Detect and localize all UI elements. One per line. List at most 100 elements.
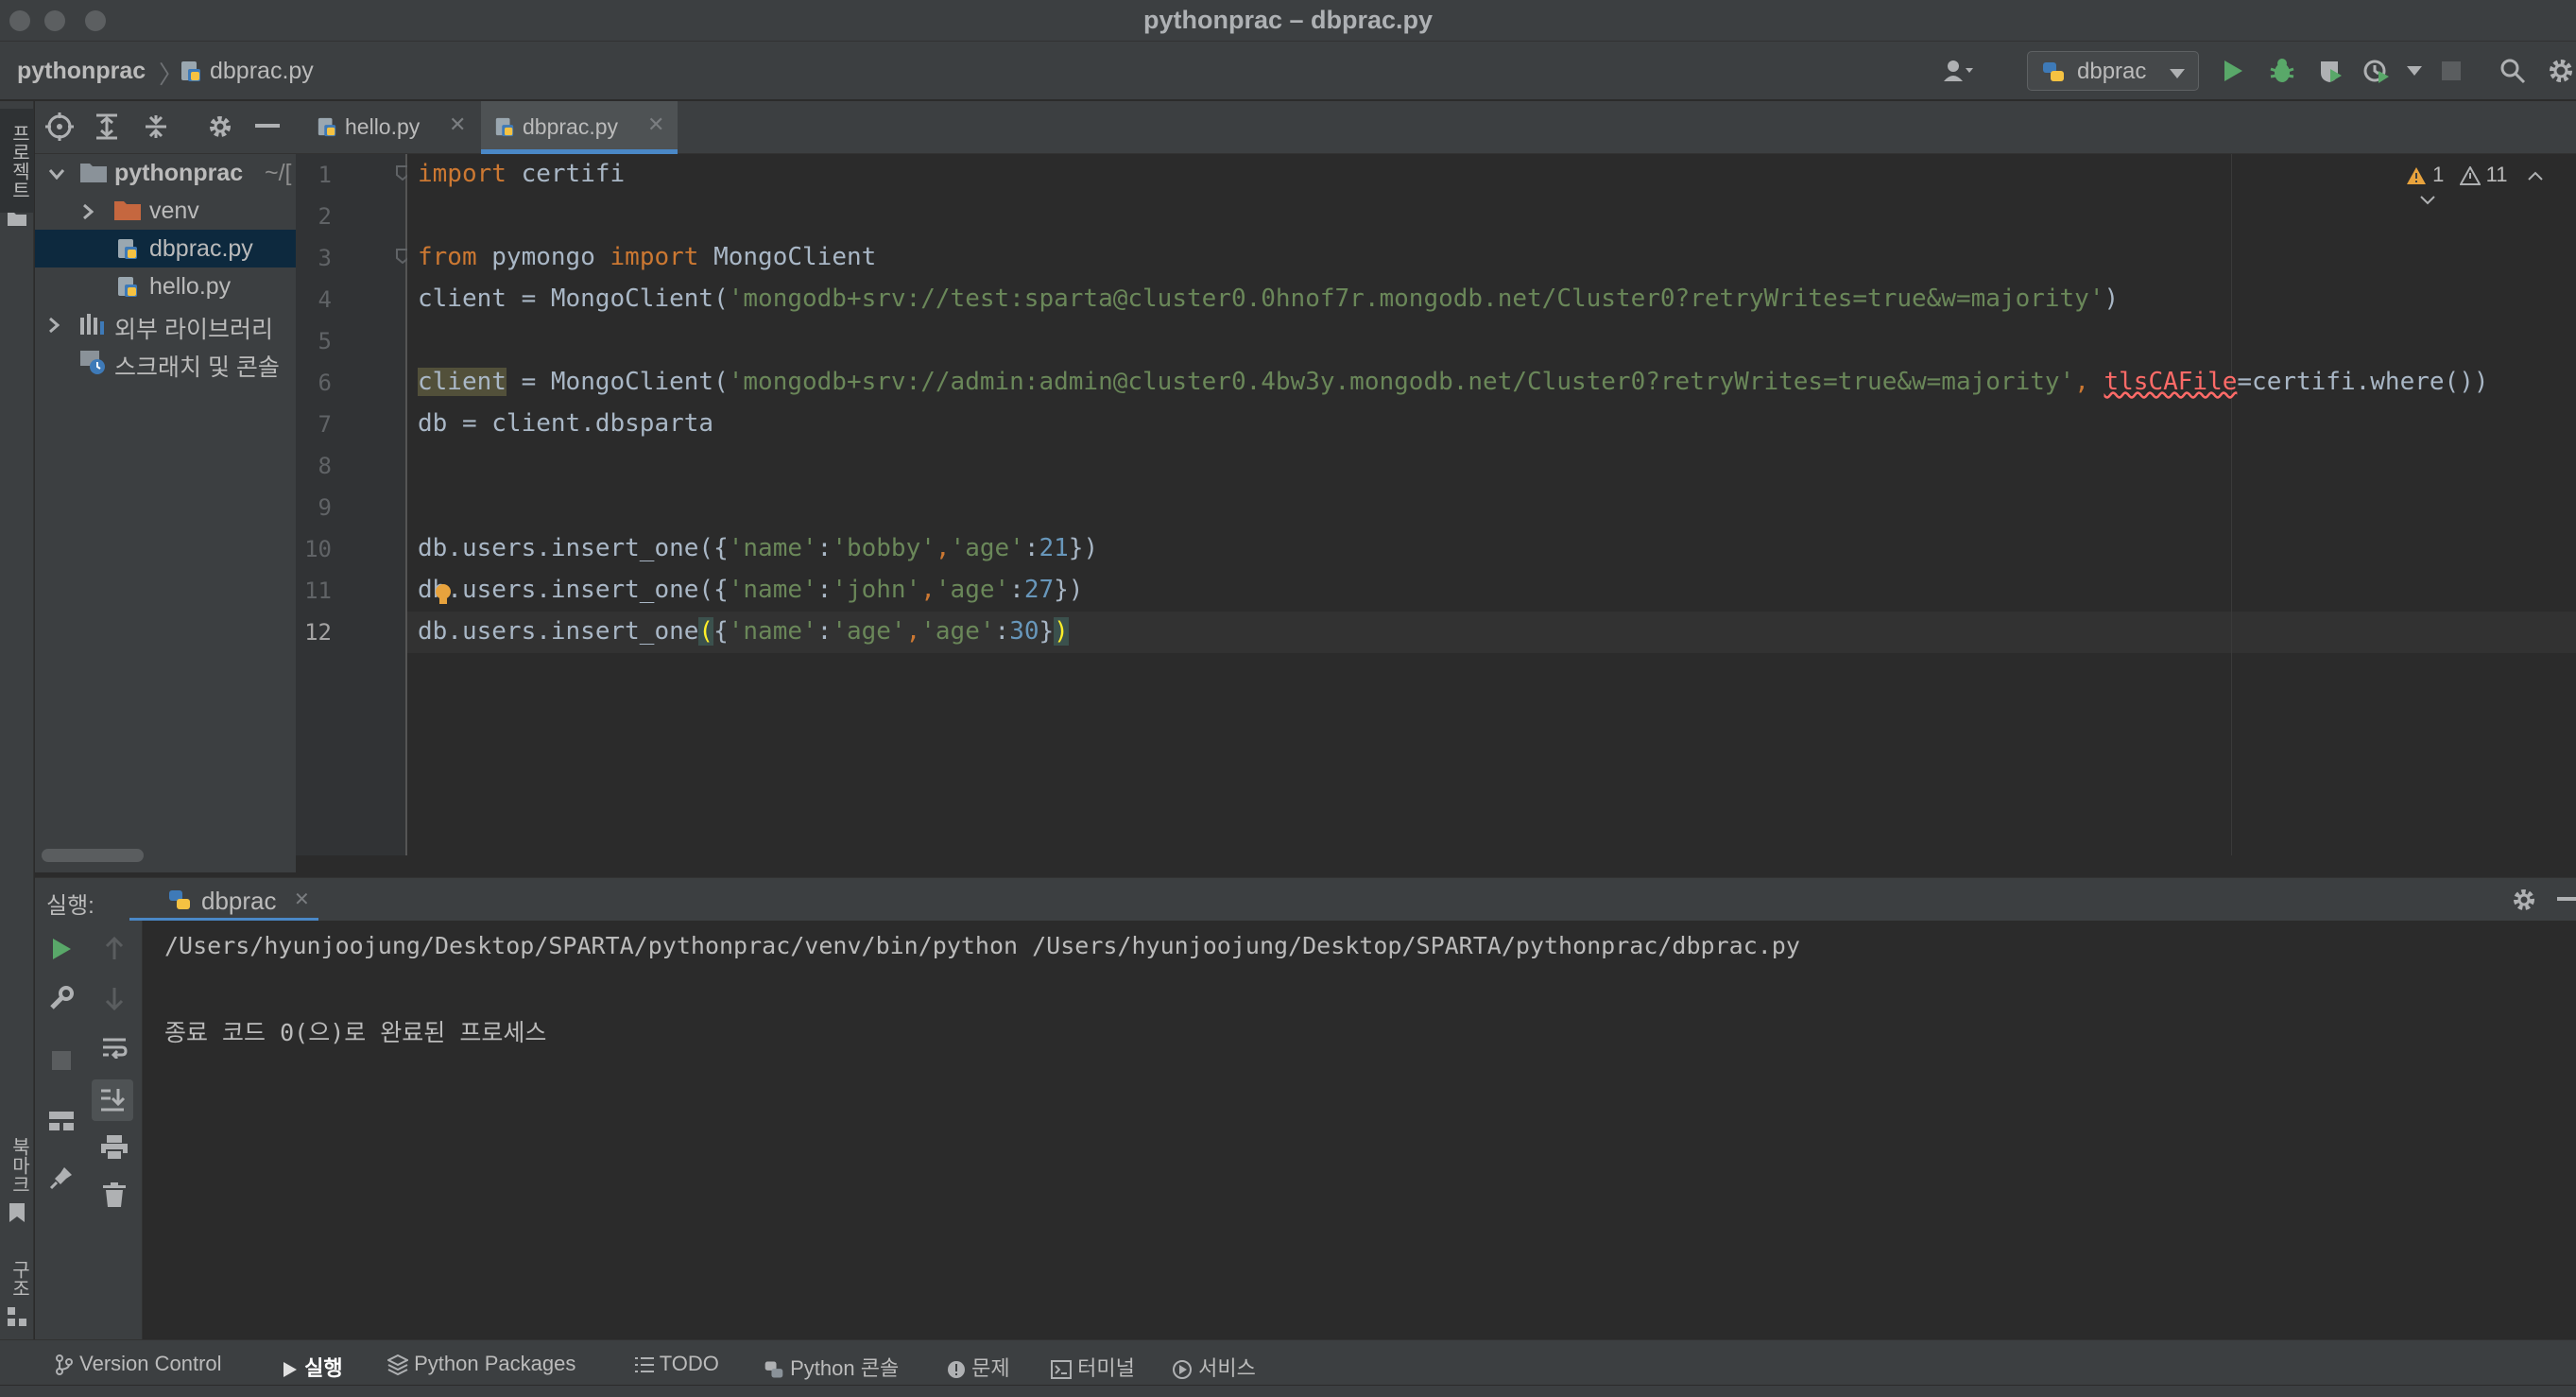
code-text: client = MongoClient( — [418, 285, 729, 313]
run-config-label: dbprac — [2077, 59, 2147, 84]
more-run-options-icon[interactable] — [2397, 54, 2431, 88]
search-icon[interactable] — [2496, 54, 2530, 88]
run-configuration-selector[interactable]: dbprac — [2027, 51, 2199, 91]
python-file-icon — [494, 116, 515, 142]
soft-wrap-icon[interactable] — [97, 1030, 131, 1064]
tree-item-scratches[interactable]: 스크래치 및 콘솔 — [35, 343, 296, 381]
close-tab-icon[interactable]: ✕ — [294, 888, 310, 911]
bottom-tool-bar: Version Control 실행 Python Packages TODO … — [0, 1339, 2576, 1385]
bookmarks-tool-label: 북마크 — [9, 1137, 29, 1194]
code-keyword: from — [418, 243, 477, 271]
inspection-widget[interactable]: 1 11 — [2406, 163, 2576, 212]
rerun-icon[interactable] — [44, 932, 78, 966]
locate-file-icon[interactable] — [43, 110, 77, 144]
chevron-up-icon[interactable] — [2527, 163, 2544, 186]
tool-python-packages[interactable]: Python Packages — [387, 1352, 575, 1376]
tree-item-dbprac[interactable]: dbprac.py — [35, 230, 296, 267]
scratch-console-icon — [80, 351, 107, 380]
tab-dbprac-py[interactable]: dbprac.py ✕ — [481, 101, 678, 154]
code-text: }) — [1054, 576, 1084, 604]
stop-button[interactable] — [2434, 54, 2468, 88]
hide-panel-icon[interactable] — [2552, 883, 2576, 917]
run-console-output[interactable] — [143, 921, 2576, 1339]
run-icon — [282, 1356, 299, 1380]
tool-python-console[interactable]: Python 콘솔 — [764, 1352, 899, 1382]
close-tab-icon[interactable]: ✕ — [647, 112, 664, 137]
run-tab-dbprac[interactable]: dbprac ✕ — [129, 878, 318, 922]
breadcrumb-project[interactable]: pythonprac — [17, 58, 146, 85]
code-punct: : — [816, 617, 833, 646]
print-icon[interactable] — [97, 1130, 131, 1164]
chevron-right-icon — [48, 317, 60, 338]
tool-label: Python 콘솔 — [790, 1356, 900, 1380]
breadcrumb-file[interactable]: dbprac.py — [210, 58, 314, 85]
run-with-coverage-button[interactable] — [2313, 54, 2347, 88]
trash-icon[interactable] — [97, 1178, 131, 1212]
pin-icon[interactable] — [44, 1161, 78, 1195]
code-punct: : — [1009, 576, 1024, 604]
tree-item-venv[interactable]: venv — [35, 192, 296, 230]
editor-gutter: 1 2 3 4 5 6 7 8 9 10 11 12 — [296, 154, 409, 855]
code-string: 'age' — [935, 576, 1010, 604]
gear-icon[interactable] — [2507, 883, 2541, 917]
project-horizontal-scrollbar[interactable] — [42, 849, 144, 862]
gear-icon[interactable] — [203, 110, 237, 144]
tab-hello-py[interactable]: hello.py ✕ — [307, 101, 477, 154]
tree-item-label: 외부 라이브러리 — [114, 317, 273, 343]
line-number: 3 — [318, 245, 332, 271]
hide-panel-icon[interactable] — [250, 110, 284, 144]
arrow-up-icon[interactable] — [97, 932, 131, 966]
wrench-icon[interactable] — [44, 981, 78, 1015]
run-button[interactable] — [2216, 54, 2250, 88]
tool-problems[interactable]: 문제 — [947, 1352, 1010, 1382]
vcs-branch-icon — [55, 1352, 74, 1376]
tree-root-pythonprac[interactable]: pythonprac ~/[ — [35, 154, 296, 192]
settings-gear-icon[interactable] — [2544, 54, 2576, 88]
tree-item-external-libraries[interactable]: 외부 라이브러리 — [35, 305, 296, 343]
profile-button[interactable] — [2360, 54, 2394, 88]
code-line-4: client = MongoClient('mongodb+srv://test… — [418, 285, 2119, 313]
code-string: 'mongodb+srv://test:sparta@cluster0.0hno… — [728, 285, 2104, 313]
list-icon — [635, 1352, 654, 1375]
python-file-icon — [116, 237, 139, 265]
close-tab-icon[interactable]: ✕ — [449, 112, 466, 137]
arrow-down-icon[interactable] — [97, 981, 131, 1015]
code-punct: , — [935, 534, 951, 562]
structure-tool-tab[interactable]: 구조 — [0, 1245, 34, 1336]
code-punct: : — [1023, 534, 1039, 562]
code-line-6: client = MongoClient('mongodb+srv://admi… — [418, 368, 2489, 396]
navigation-bar: pythonprac 〉 dbprac.py dbprac — [0, 42, 2576, 101]
tree-item-hello[interactable]: hello.py — [35, 267, 296, 305]
layout-icon[interactable] — [44, 1104, 78, 1138]
user-account-icon[interactable] — [1941, 54, 1975, 88]
line-number: 10 — [304, 536, 332, 562]
line-number: 1 — [318, 162, 332, 188]
line-number: 12 — [304, 619, 332, 646]
code-punct: : — [816, 534, 833, 562]
expand-all-icon[interactable] — [90, 110, 124, 144]
tool-terminal[interactable]: 터미널 — [1051, 1352, 1135, 1382]
console-line-command: /Users/hyunjoojung/Desktop/SPARTA/python… — [164, 932, 1800, 959]
project-tool-tab[interactable]: 프로젝트 — [0, 109, 34, 226]
scroll-to-end-toggle[interactable] — [92, 1079, 133, 1121]
folder-icon — [80, 162, 107, 187]
intention-bulb-icon[interactable] — [434, 583, 453, 611]
tool-label: 실행 — [304, 1356, 343, 1380]
bookmarks-tool-tab[interactable]: 북마크 — [0, 1122, 34, 1226]
code-number: 21 — [1039, 534, 1069, 562]
stop-icon[interactable] — [44, 1043, 78, 1078]
chevron-down-icon[interactable] — [2419, 187, 2436, 211]
code-error-param: tlsCAFile — [2104, 368, 2238, 396]
debug-button[interactable] — [2265, 54, 2299, 88]
tool-run[interactable]: 실행 — [282, 1352, 343, 1382]
tool-services[interactable]: 서비스 — [1172, 1352, 1256, 1382]
code-string: 'name' — [728, 576, 817, 604]
tool-label: Version Control — [79, 1352, 222, 1375]
code-punct: { — [713, 617, 729, 646]
code-text: }) — [1068, 534, 1099, 562]
project-tool-label: 프로젝트 — [9, 124, 29, 199]
tool-version-control[interactable]: Version Control — [55, 1352, 222, 1376]
tool-todo[interactable]: TODO — [635, 1352, 719, 1376]
collapse-all-icon[interactable] — [139, 110, 173, 144]
tree-root-label: pythonprac — [114, 160, 244, 186]
